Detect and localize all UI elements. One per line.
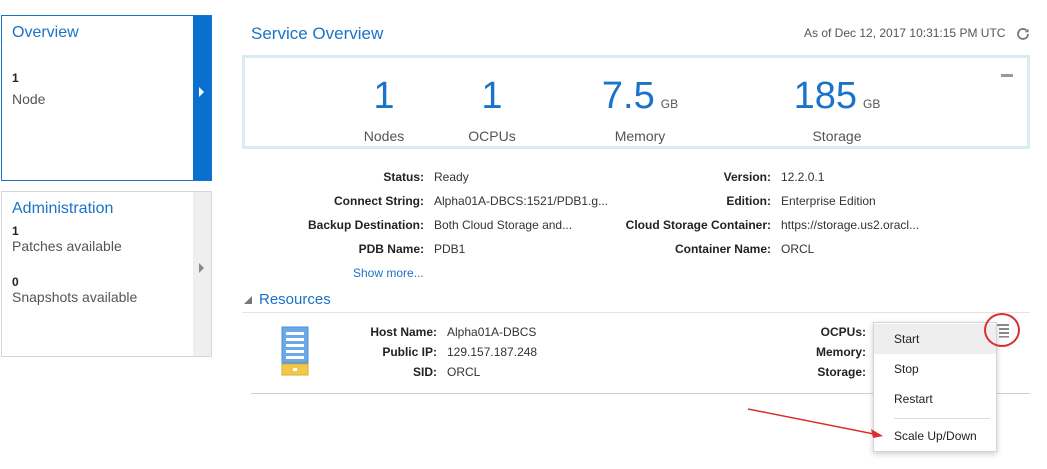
backup-destination-value: Both Cloud Storage and... [434, 218, 573, 232]
edition-value: Enterprise Edition [781, 194, 876, 208]
patches-label: Patches available [12, 238, 122, 254]
menu-item-scale-up-down[interactable]: Scale Up/Down [874, 421, 996, 451]
storage-label: Storage: [817, 365, 866, 379]
overview-panel[interactable]: Overview 1 Node [1, 15, 212, 181]
snapshots-label: Snapshots available [12, 289, 138, 305]
metric-storage: 185 GB Storage [772, 76, 902, 144]
metric-nodes: 1 Nodes [347, 76, 421, 144]
version-label: Version: [723, 170, 771, 184]
administration-title[interactable]: Administration [12, 200, 113, 218]
host-name-label: Host Name: [370, 325, 437, 339]
metric-ocpus: 1 OCPUs [455, 76, 529, 144]
menu-item-stop[interactable]: Stop [874, 354, 996, 384]
sid-value: ORCL [447, 365, 481, 379]
minimize-icon[interactable] [1001, 74, 1013, 77]
menu-separator [894, 418, 990, 419]
node-action-menu: Start Stop Restart Scale Up/Down [873, 322, 997, 452]
metric-value: 185 [793, 75, 858, 117]
page-title: Service Overview [251, 24, 384, 43]
annotation-circle [984, 313, 1020, 347]
annotation-arrow [747, 408, 883, 438]
connect-string-value: Alpha01A-DBCS:1521/PDB1.g... [434, 194, 609, 208]
version-value: 12.2.0.1 [781, 170, 825, 184]
sid-label: SID: [413, 365, 437, 379]
administration-panel[interactable]: Administration 1 Patches available 0 Sna… [1, 191, 212, 357]
host-name-value: Alpha01A-DBCS [447, 325, 537, 339]
ocpus-label: OCPUs: [820, 325, 866, 339]
overview-title[interactable]: Overview [12, 24, 79, 42]
resources-title[interactable]: Resources [259, 291, 331, 308]
node-count: 1 [12, 71, 19, 85]
cloud-storage-container-value: https://storage.us2.oracl... [781, 218, 920, 232]
pdb-name-label: PDB Name: [358, 242, 424, 256]
cloud-storage-container-label: Cloud Storage Container: [625, 218, 771, 232]
collapse-triangle-icon[interactable] [244, 296, 252, 304]
divider [242, 312, 1030, 313]
metric-label: Memory [614, 128, 666, 144]
pdb-name-value: PDB1 [434, 242, 466, 256]
public-ip-label: Public IP: [382, 345, 437, 359]
memory-label: Memory: [815, 345, 866, 359]
edition-label: Edition: [726, 194, 771, 208]
metric-label: Storage [812, 128, 862, 144]
snapshots-count: 0 [12, 275, 19, 289]
node-label: Node [12, 91, 46, 107]
show-more-link[interactable]: Show more... [353, 266, 424, 280]
refresh-icon[interactable] [1015, 26, 1031, 42]
metric-value: 1 [373, 75, 395, 117]
as-of-timestamp: As of Dec 12, 2017 10:31:15 PM UTC [804, 26, 1006, 40]
backup-destination-label: Backup Destination: [307, 218, 424, 232]
public-ip-value: 129.157.187.248 [447, 345, 538, 359]
administration-expand-tab[interactable] [193, 192, 211, 356]
menu-item-start[interactable]: Start [874, 324, 996, 354]
metric-label: Nodes [363, 128, 405, 144]
database-server-icon [281, 326, 309, 376]
chevron-right-icon [199, 87, 204, 97]
chevron-right-icon [199, 263, 204, 273]
metric-value: 1 [481, 75, 503, 117]
metric-memory: 7.5 GB Memory [575, 76, 705, 144]
overview-expand-tab[interactable] [193, 16, 211, 180]
container-name-value: ORCL [781, 242, 815, 256]
metric-label: OCPUs [468, 128, 516, 144]
container-name-label: Container Name: [674, 242, 771, 256]
patches-count: 1 [12, 224, 19, 238]
status-label: Status: [383, 170, 424, 184]
status-value: Ready [434, 170, 469, 184]
menu-item-restart[interactable]: Restart [874, 384, 996, 414]
metric-value: 7.5 [601, 75, 655, 117]
metrics-summary: 1 Nodes 1 OCPUs 7.5 GB Memory 185 GB Stora… [242, 55, 1030, 149]
metric-unit: GB [660, 97, 679, 111]
metric-unit: GB [863, 97, 881, 111]
connect-string-label: Connect String: [334, 194, 424, 208]
